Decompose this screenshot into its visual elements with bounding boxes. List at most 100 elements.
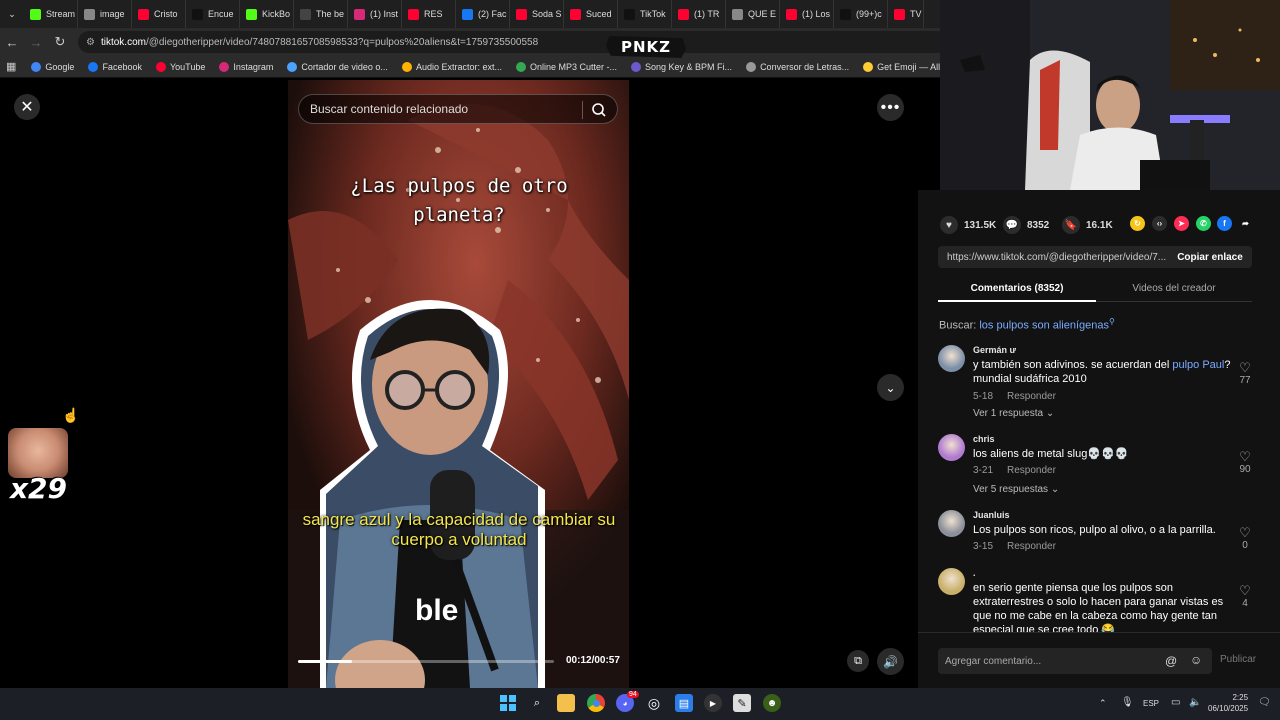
reply-button[interactable]: Responder bbox=[1007, 465, 1056, 476]
editor-button[interactable]: ✎ bbox=[733, 694, 751, 712]
browser-tab[interactable]: Stream bbox=[24, 0, 78, 28]
browser-tab[interactable]: (1) Inst bbox=[348, 0, 402, 28]
system-clock[interactable]: 2:25 06/10/2025 bbox=[1208, 692, 1248, 714]
reply-button[interactable]: Responder bbox=[1007, 391, 1056, 402]
comment-author[interactable]: chris bbox=[973, 434, 995, 444]
mention-icon[interactable]: @ bbox=[1165, 654, 1177, 668]
browser-tab[interactable]: (99+)c bbox=[834, 0, 888, 28]
video-link[interactable]: https://www.tiktok.com/@diegotheripper/v… bbox=[938, 252, 1170, 263]
search-icon[interactable] bbox=[591, 102, 607, 118]
youtube-icon bbox=[408, 8, 419, 20]
notepad-button[interactable]: ▤ bbox=[675, 694, 693, 712]
comment-link[interactable]: pulpo Paul bbox=[1172, 359, 1224, 371]
bookmark-item[interactable]: Instagram bbox=[214, 61, 278, 72]
avatar[interactable] bbox=[938, 510, 965, 537]
tab-creator-videos[interactable]: Videos del creador bbox=[1096, 276, 1252, 302]
tab-comments[interactable]: Comentarios (8352) bbox=[938, 276, 1096, 302]
browser-tab[interactable]: Suced bbox=[564, 0, 618, 28]
taskbar-search-button[interactable]: ⌕ bbox=[528, 694, 546, 712]
volume-icon[interactable]: 🔈 bbox=[1189, 697, 1201, 708]
search-divider bbox=[582, 101, 583, 119]
comment-like-button[interactable]: ♡ 90 bbox=[1234, 450, 1256, 476]
globe-icon bbox=[84, 8, 95, 20]
related-search-input[interactable]: Buscar contenido relacionado bbox=[298, 94, 618, 124]
app-button[interactable]: ☻ bbox=[763, 694, 781, 712]
site-info-icon[interactable]: ⚙ bbox=[86, 37, 95, 48]
browser-tab[interactable]: (2) Fac bbox=[456, 0, 510, 28]
comment-author[interactable]: Juanluis bbox=[973, 510, 1010, 520]
bookmark-item[interactable]: Audio Extractor: ext... bbox=[397, 61, 507, 72]
search-suggestion[interactable]: Buscar: los pulpos son alienígenas⚲ bbox=[939, 317, 1115, 332]
avatar[interactable] bbox=[938, 434, 965, 461]
reply-button[interactable]: Responder bbox=[1007, 541, 1056, 552]
obs-button[interactable]: ◎ bbox=[645, 694, 663, 712]
tray-chevron-icon[interactable]: ⌃ bbox=[1099, 698, 1107, 709]
like-stat[interactable]: ♥ 131.5K bbox=[940, 216, 996, 234]
comment-like-button[interactable]: ♡ 77 bbox=[1234, 361, 1256, 387]
bookmark-item[interactable]: Google bbox=[26, 61, 79, 72]
network-icon[interactable]: ▭ bbox=[1171, 697, 1180, 708]
send-icon[interactable]: ➤ bbox=[1174, 216, 1189, 231]
view-replies-button[interactable]: Ver 5 respuestas ⌄ bbox=[973, 484, 1059, 495]
more-options-button[interactable]: ••• bbox=[877, 94, 904, 121]
media-player-button[interactable]: ▶ bbox=[704, 694, 722, 712]
comment-like-button[interactable]: ♡ 4 bbox=[1234, 584, 1256, 610]
browser-tab[interactable]: (1) TR bbox=[672, 0, 726, 28]
browser-tab[interactable]: RES bbox=[402, 0, 456, 28]
chrome-button[interactable] bbox=[587, 694, 605, 712]
browser-tab[interactable]: image bbox=[78, 0, 132, 28]
browser-tab[interactable]: KickBo bbox=[240, 0, 294, 28]
comment-author[interactable]: . bbox=[973, 568, 976, 578]
browser-tab[interactable]: TikTok bbox=[618, 0, 672, 28]
browser-tab[interactable]: Soda S bbox=[510, 0, 564, 28]
language-indicator[interactable]: ESP bbox=[1143, 699, 1159, 708]
save-count: 16.1K bbox=[1086, 219, 1113, 231]
pip-button[interactable]: ⧉ bbox=[847, 650, 869, 672]
bookmark-item[interactable]: Song Key & BPM Fi... bbox=[626, 61, 737, 72]
repost-icon[interactable]: ↻ bbox=[1130, 216, 1145, 231]
more-dots-icon: ••• bbox=[880, 98, 901, 116]
comment-like-button[interactable]: ♡ 0 bbox=[1234, 526, 1256, 552]
browser-tab[interactable]: TV bbox=[888, 0, 924, 28]
bookmark-item[interactable]: Cortador de video o... bbox=[282, 61, 393, 72]
browser-tab[interactable]: (1) Los bbox=[780, 0, 834, 28]
publish-button[interactable]: Publicar bbox=[1220, 654, 1256, 665]
forward-button[interactable]: → bbox=[24, 30, 48, 54]
back-button[interactable]: ← bbox=[0, 30, 24, 54]
tab-search-button[interactable]: ⌄ bbox=[0, 0, 24, 28]
browser-tab[interactable]: Cristo bbox=[132, 0, 186, 28]
bookmark-item[interactable]: Online MP3 Cutter -... bbox=[511, 61, 622, 72]
reload-button[interactable]: ↻ bbox=[48, 30, 72, 54]
copy-link-button[interactable]: Copiar enlace bbox=[1168, 246, 1252, 268]
emoji-icon[interactable]: ☺ bbox=[1190, 653, 1202, 667]
bookmark-item[interactable]: Get Emoji — All... bbox=[858, 61, 953, 72]
view-replies-button[interactable]: Ver 1 respuesta ⌄ bbox=[973, 408, 1054, 419]
bookmark-label: Audio Extractor: ext... bbox=[415, 61, 502, 72]
notifications-icon[interactable]: 🗨 bbox=[1258, 697, 1271, 708]
emote-counter: x29 bbox=[10, 472, 68, 505]
tab-label: Encue bbox=[208, 9, 234, 19]
comment-stat[interactable]: 💬 8352 bbox=[1003, 216, 1049, 234]
browser-tab[interactable]: The be bbox=[294, 0, 348, 28]
bookmark-item[interactable]: Conversor de Letras... bbox=[741, 61, 854, 72]
avatar[interactable] bbox=[938, 345, 965, 372]
forward-icon[interactable]: ➦ bbox=[1238, 216, 1253, 231]
microphone-icon[interactable]: 🎙 bbox=[1121, 697, 1134, 708]
next-video-button[interactable]: ⌄ bbox=[877, 374, 904, 401]
save-stat[interactable]: 🔖 16.1K bbox=[1062, 216, 1113, 234]
start-button[interactable] bbox=[499, 694, 517, 712]
volume-button[interactable]: 🔊 bbox=[877, 648, 904, 675]
browser-tab[interactable]: Encue bbox=[186, 0, 240, 28]
browser-tab[interactable]: QUE E bbox=[726, 0, 780, 28]
file-explorer-button[interactable] bbox=[557, 694, 575, 712]
avatar[interactable] bbox=[938, 568, 965, 595]
whatsapp-icon[interactable]: ✆ bbox=[1196, 216, 1211, 231]
facebook-icon[interactable]: f bbox=[1217, 216, 1232, 231]
bookmark-item[interactable]: YouTube bbox=[151, 61, 210, 72]
embed-icon[interactable]: ‹› bbox=[1152, 216, 1167, 231]
close-button[interactable]: ✕ bbox=[14, 94, 40, 120]
bookmark-item[interactable]: Facebook bbox=[83, 61, 147, 72]
comment-author[interactable]: Germán ư bbox=[973, 345, 1016, 355]
video-progress-bar[interactable] bbox=[298, 660, 554, 663]
apps-grid-icon[interactable]: ▦ bbox=[6, 60, 16, 73]
